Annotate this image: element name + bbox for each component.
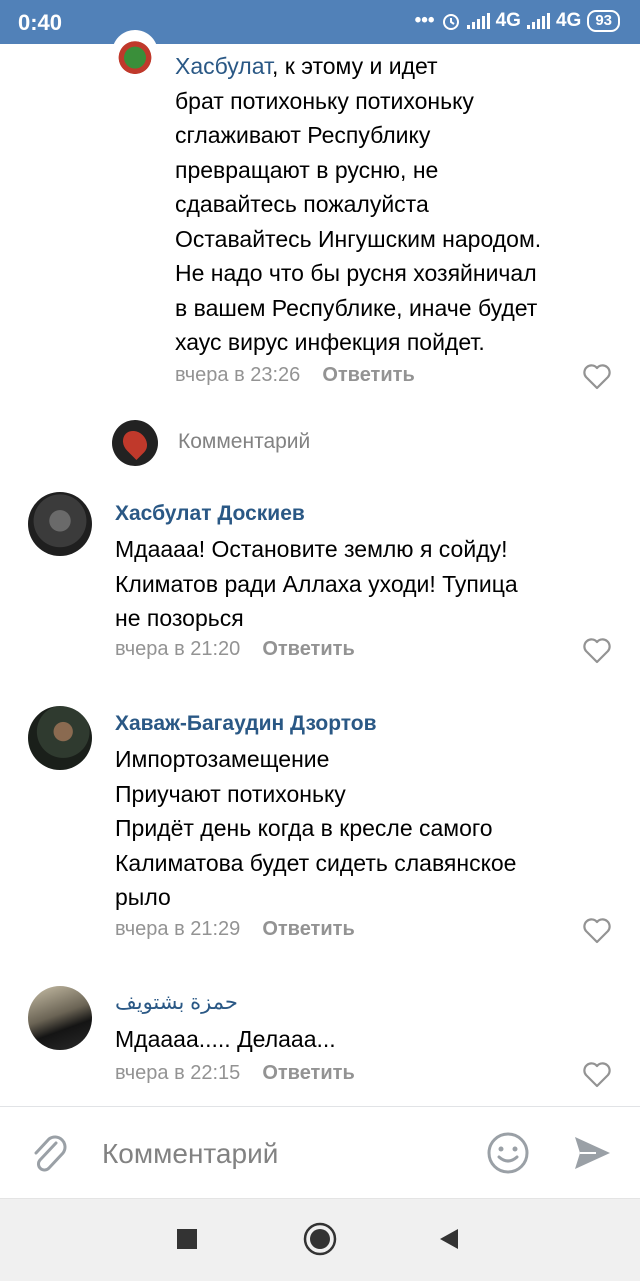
comment-meta: вчера в 21:20 Ответить bbox=[115, 638, 355, 661]
current-user-avatar bbox=[112, 420, 158, 466]
comment-item: Хаваж-Багаудин Дзортов Импортозамещение … bbox=[0, 700, 640, 960]
reply-comment: Хасбулат, к этому и идет брат потихоньку… bbox=[0, 30, 640, 410]
reply-input-row[interactable]: Комментарий bbox=[0, 410, 640, 474]
comment-text: Импортозамещение Приучают потихоньку При… bbox=[115, 746, 517, 910]
comment-timestamp: вчера в 21:29 bbox=[115, 918, 241, 940]
reply-timestamp: вчера в 23:26 bbox=[175, 364, 301, 386]
battery-icon: 93 bbox=[587, 10, 620, 32]
comment-text: Мдаааа..... Делааа... bbox=[115, 1026, 336, 1052]
comment-timestamp: вчера в 21:20 bbox=[115, 638, 241, 660]
status-time: 0:40 bbox=[18, 10, 63, 35]
comment-author[interactable]: Хасбулат Доскиев bbox=[115, 502, 305, 526]
comment-text: Мдаааа! Остановите землю я сойду! Климат… bbox=[115, 536, 518, 631]
status-bar: 0:40 ••• 4G 4G 93 bbox=[0, 0, 640, 44]
avatar[interactable] bbox=[28, 706, 92, 770]
avatar[interactable] bbox=[28, 986, 92, 1050]
network-type-1: 4G bbox=[495, 10, 521, 31]
status-icons: ••• 4G 4G 93 bbox=[415, 10, 620, 32]
reply-body: , к этому и идет брат потихоньку потихон… bbox=[175, 53, 542, 355]
reply-button[interactable]: Ответить bbox=[262, 638, 354, 661]
heart-icon[interactable] bbox=[583, 918, 611, 944]
heart-icon[interactable] bbox=[583, 638, 611, 664]
home-button[interactable] bbox=[303, 1222, 337, 1256]
reply-input-placeholder[interactable]: Комментарий bbox=[178, 430, 310, 454]
avatar[interactable] bbox=[112, 30, 158, 76]
reply-meta: вчера в 23:26 Ответить bbox=[175, 364, 415, 387]
comment-timestamp: вчера в 22:15 bbox=[115, 1062, 241, 1084]
comment-author[interactable]: Хаваж-Багаудин Дзортов bbox=[115, 712, 377, 736]
recent-apps-button[interactable] bbox=[177, 1229, 197, 1249]
network-type-2: 4G bbox=[555, 10, 582, 31]
comment-meta: вчера в 21:29 Ответить bbox=[115, 918, 355, 941]
send-icon[interactable] bbox=[572, 1133, 612, 1173]
comment-item: Хасбулат Доскиев Мдаааа! Остановите земл… bbox=[0, 490, 640, 680]
heart-icon[interactable] bbox=[583, 1062, 611, 1088]
more-notifications-icon: ••• bbox=[414, 10, 435, 31]
comment-input[interactable]: Комментарий bbox=[102, 1138, 278, 1170]
comment-item: حمزة بشتويف Мдаааа..... Делааа... вчера … bbox=[0, 980, 640, 1090]
system-nav-bar bbox=[0, 1198, 640, 1281]
signal-icon bbox=[466, 13, 490, 29]
reply-text: Хасбулат, к этому и идет брат потихоньку… bbox=[175, 49, 615, 360]
back-button[interactable] bbox=[438, 1227, 460, 1251]
smile-icon[interactable] bbox=[486, 1131, 530, 1175]
reply-button[interactable]: Ответить bbox=[262, 1062, 354, 1085]
comment-meta: вчера в 22:15 Ответить bbox=[115, 1062, 355, 1085]
avatar[interactable] bbox=[28, 492, 92, 556]
heart-icon[interactable] bbox=[583, 364, 611, 390]
reply-button[interactable]: Ответить bbox=[322, 364, 414, 387]
paperclip-icon[interactable] bbox=[30, 1133, 70, 1177]
comment-composer: Комментарий bbox=[0, 1106, 640, 1199]
signal-icon-2 bbox=[526, 13, 550, 29]
reply-button[interactable]: Ответить bbox=[262, 918, 354, 941]
reply-author-link[interactable]: Хасбулат bbox=[175, 53, 272, 79]
comment-author[interactable]: حمزة بشتويف bbox=[115, 990, 238, 1015]
alarm-icon bbox=[442, 14, 459, 30]
